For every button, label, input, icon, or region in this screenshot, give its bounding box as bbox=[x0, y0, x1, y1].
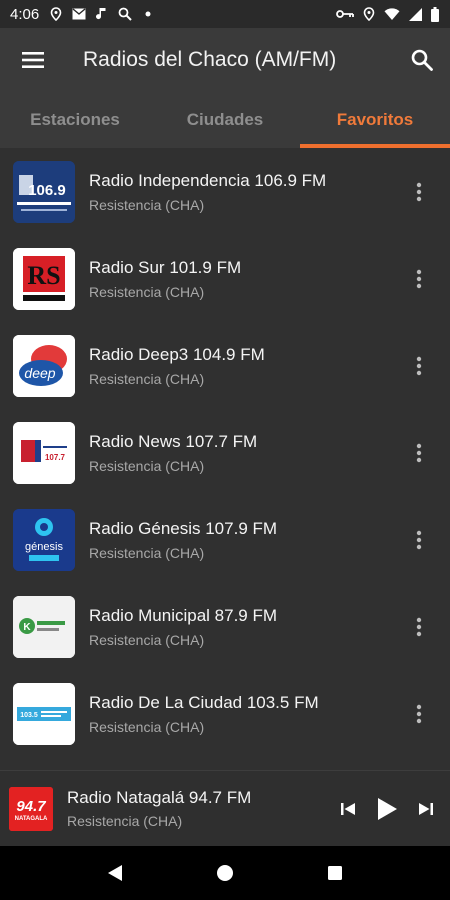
wifi-icon bbox=[384, 7, 400, 21]
station-city: Resistencia (CHA) bbox=[89, 370, 205, 387]
vpn-key-icon bbox=[336, 7, 354, 21]
more-options-button[interactable] bbox=[399, 694, 439, 734]
now-playing-logo-label: 94.7 bbox=[16, 798, 46, 815]
now-playing-city: Resistencia (CHA) bbox=[67, 813, 183, 829]
more-vert-icon bbox=[416, 704, 422, 723]
status-bar: 4:06 bbox=[0, 0, 450, 28]
battery-icon bbox=[430, 6, 440, 22]
more-vert-icon bbox=[416, 182, 422, 201]
station-logo-label: K bbox=[23, 622, 31, 633]
previous-button[interactable] bbox=[330, 789, 366, 829]
list-item[interactable]: 103.5 Radio De La Ciudad 103.5 FM Resist… bbox=[0, 670, 450, 757]
skip-next-icon bbox=[419, 802, 433, 815]
station-logo: RS bbox=[13, 247, 75, 310]
search-icon bbox=[411, 49, 433, 71]
list-item[interactable]: K Radio Municipal 87.9 FM Resistencia (C… bbox=[0, 583, 450, 670]
station-logo-label: 106.9 bbox=[28, 182, 66, 199]
station-city: Resistencia (CHA) bbox=[89, 631, 205, 648]
station-logo: K bbox=[13, 595, 75, 658]
more-vert-icon bbox=[416, 530, 422, 549]
back-triangle-icon bbox=[108, 865, 122, 881]
notification-icons bbox=[49, 7, 155, 21]
now-playing-bar[interactable]: 94.7 NATAGALA Radio Natagalá 94.7 FM Res… bbox=[0, 770, 450, 846]
mail-icon bbox=[72, 7, 86, 21]
station-name: Radio Sur 101.9 FM bbox=[89, 257, 242, 277]
station-logo: 107.7 bbox=[13, 421, 75, 484]
station-logo: 106.9 bbox=[13, 160, 75, 223]
location-icon bbox=[362, 7, 376, 21]
system-nav-bar bbox=[0, 846, 450, 900]
skip-previous-icon bbox=[341, 802, 355, 815]
now-playing-logo-sublabel: NATAGALA bbox=[15, 816, 48, 822]
station-name: Radio Génesis 107.9 FM bbox=[89, 518, 278, 538]
recents-button[interactable] bbox=[310, 853, 360, 893]
dot-icon bbox=[141, 7, 155, 21]
now-playing-logo: 94.7 NATAGALA bbox=[9, 786, 53, 831]
app-bar: Radios del Chaco (AM/FM) bbox=[0, 28, 450, 92]
station-list[interactable]: 106.9 Radio Independencia 106.9 FM Resis… bbox=[0, 148, 450, 770]
station-city: Resistencia (CHA) bbox=[89, 457, 205, 474]
station-name: Radio De La Ciudad 103.5 FM bbox=[89, 692, 319, 712]
more-options-button[interactable] bbox=[399, 346, 439, 386]
hamburger-menu-icon bbox=[22, 52, 44, 68]
more-vert-icon bbox=[416, 443, 422, 462]
tab-bar: Estaciones Ciudades Favoritos bbox=[0, 92, 450, 148]
signal-icon bbox=[408, 7, 422, 21]
status-time: 4:06 bbox=[10, 5, 40, 23]
app-title: Radios del Chaco (AM/FM) bbox=[83, 48, 337, 71]
station-logo: génesis bbox=[13, 508, 75, 571]
more-options-button[interactable] bbox=[399, 172, 439, 212]
station-logo-label: génesis bbox=[25, 541, 63, 553]
station-city: Resistencia (CHA) bbox=[89, 718, 205, 735]
home-circle-icon bbox=[217, 865, 233, 881]
list-item[interactable]: deep Radio Deep3 104.9 FM Resistencia (C… bbox=[0, 322, 450, 409]
more-options-button[interactable] bbox=[399, 433, 439, 473]
list-item[interactable]: 107.7 Radio News 107.7 FM Resistencia (C… bbox=[0, 409, 450, 496]
station-logo-label: 107.7 bbox=[45, 453, 66, 462]
station-logo: deep bbox=[13, 334, 75, 397]
play-icon bbox=[378, 797, 397, 820]
list-item[interactable]: RS Radio Sur 101.9 FM Resistencia (CHA) bbox=[0, 235, 450, 322]
tab-favoritos[interactable]: Favoritos bbox=[300, 92, 450, 148]
station-logo: 103.5 bbox=[13, 682, 75, 745]
list-item[interactable]: génesis Radio Génesis 107.9 FM Resistenc… bbox=[0, 496, 450, 583]
more-vert-icon bbox=[416, 356, 422, 375]
station-name: Radio Deep3 104.9 FM bbox=[89, 344, 265, 364]
tab-ciudades[interactable]: Ciudades bbox=[150, 92, 300, 148]
recents-square-icon bbox=[328, 866, 342, 880]
list-item[interactable]: 106.9 Radio Independencia 106.9 FM Resis… bbox=[0, 148, 450, 235]
more-vert-icon bbox=[416, 617, 422, 636]
more-options-button[interactable] bbox=[399, 259, 439, 299]
search-button[interactable] bbox=[394, 28, 450, 92]
station-city: Resistencia (CHA) bbox=[89, 283, 205, 300]
station-logo-label: RS bbox=[27, 261, 60, 290]
menu-button[interactable] bbox=[0, 28, 66, 92]
station-name: Radio News 107.7 FM bbox=[89, 431, 258, 451]
more-options-button[interactable] bbox=[399, 607, 439, 647]
play-button[interactable] bbox=[366, 789, 408, 829]
back-button[interactable] bbox=[90, 853, 140, 893]
station-name: Radio Independencia 106.9 FM bbox=[89, 170, 327, 190]
system-icons bbox=[336, 6, 440, 22]
station-logo-label: 103.5 bbox=[20, 712, 38, 719]
station-logo-label: deep bbox=[24, 365, 55, 381]
home-button[interactable] bbox=[200, 853, 250, 893]
search-icon bbox=[118, 7, 132, 21]
more-options-button[interactable] bbox=[399, 520, 439, 560]
tab-estaciones[interactable]: Estaciones bbox=[0, 92, 150, 148]
now-playing-name: Radio Natagalá 94.7 FM bbox=[67, 788, 252, 807]
list-item-partial[interactable] bbox=[0, 757, 450, 770]
station-city: Resistencia (CHA) bbox=[89, 544, 205, 561]
more-vert-icon bbox=[416, 269, 422, 288]
next-button[interactable] bbox=[408, 789, 444, 829]
music-icon bbox=[95, 7, 109, 21]
station-name: Radio Municipal 87.9 FM bbox=[89, 605, 278, 625]
location-icon bbox=[49, 7, 63, 21]
station-city: Resistencia (CHA) bbox=[89, 196, 205, 213]
